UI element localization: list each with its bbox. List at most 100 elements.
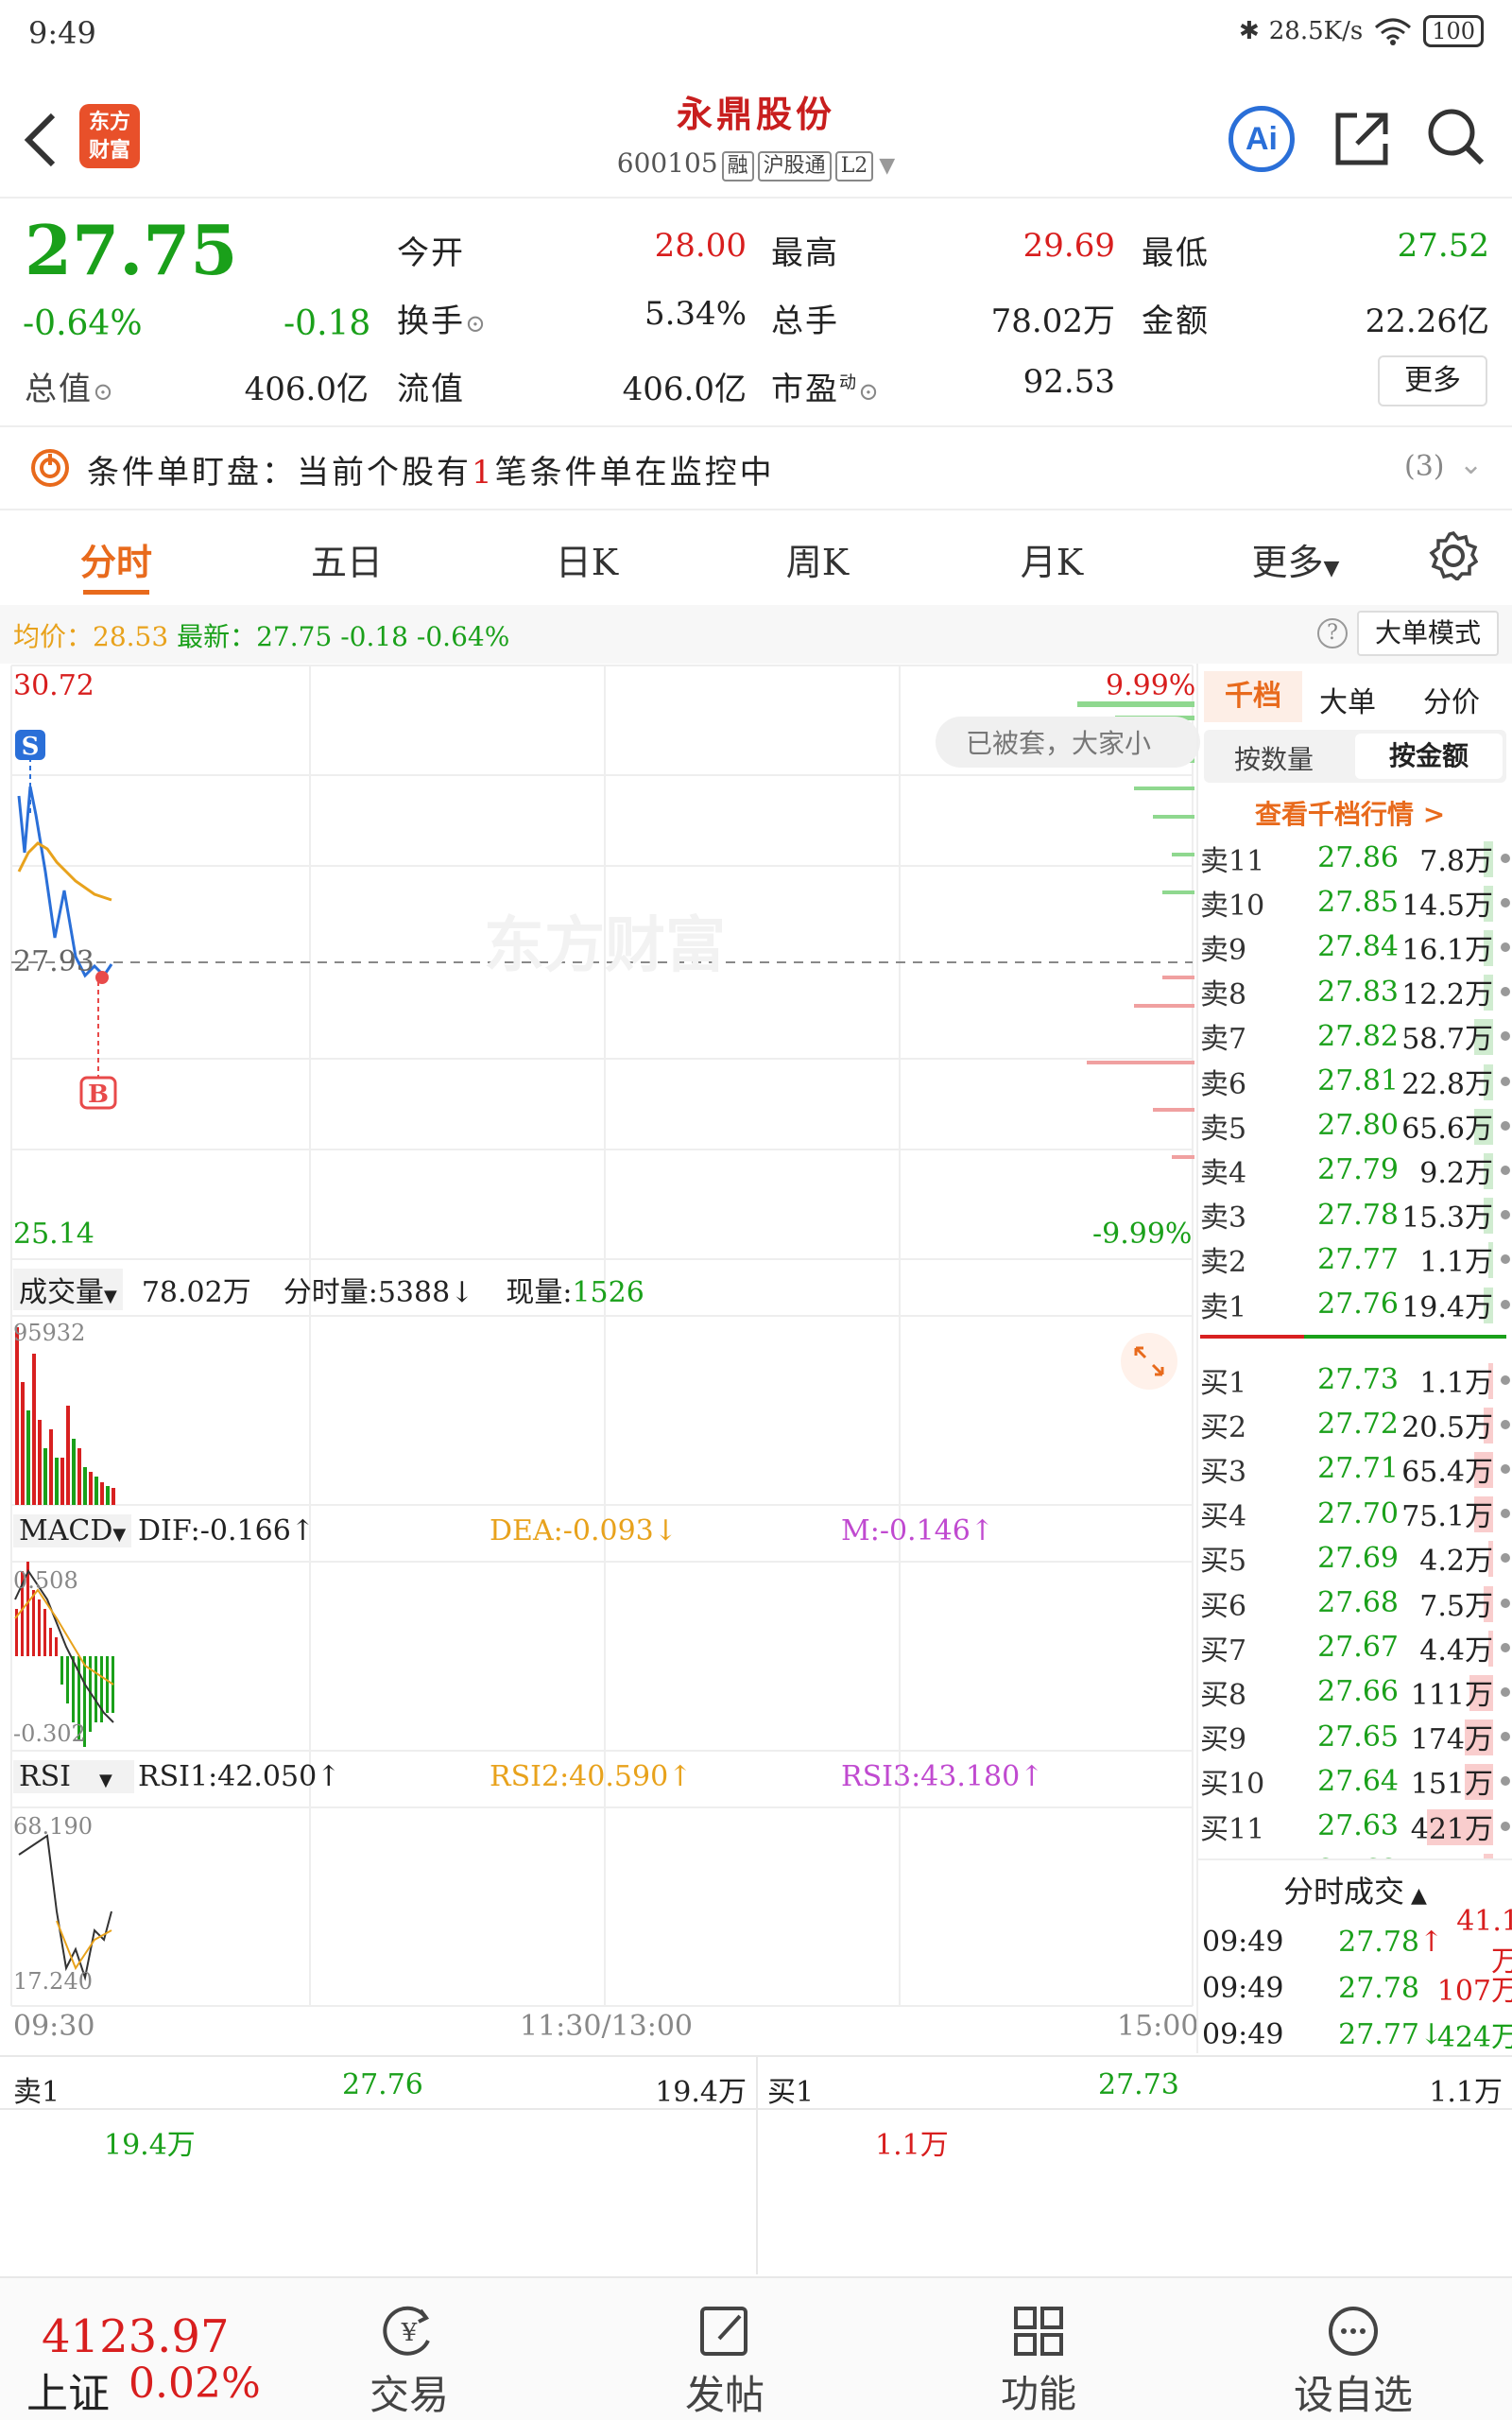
grid-icon [1014,2307,1063,2356]
ask-row[interactable]: 卖8 27.83 12.2万 [1200,970,1512,1014]
ask-row[interactable]: 卖3 27.78 15.3万 [1200,1193,1512,1237]
ask-volume-text: 1.1万 [1419,1246,1493,1280]
ask-level-volume: 9.2万 [1399,1150,1493,1191]
bid-row[interactable]: 买5 27.69 4.2万 [1200,1536,1512,1581]
tick-price: 27.78 [1338,1971,1419,2005]
tick-volume: 107万 [1436,1975,1512,2008]
bid-level-volume: 4.4万 [1399,1627,1493,1668]
ask-level-volume: 65.6万 [1399,1105,1493,1147]
help-icon[interactable]: ? [1317,618,1348,648]
status-dot-icon [1501,1463,1510,1474]
nav-add-watchlist[interactable]: 设自选 [1278,2303,1429,2420]
intraday-chart[interactable]: 东方财富 已被套，大家小 S B [0,664,1200,2044]
bid-row[interactable]: 买4 27.70 75.1万 [1200,1492,1512,1536]
share-icon[interactable] [1331,108,1393,170]
net-speed: 28.5K/s [1268,17,1364,45]
ask-row[interactable]: 卖2 27.77 1.1万 [1200,1237,1512,1282]
ask-level-name: 卖4 [1200,1156,1247,1190]
ask-row[interactable]: 卖6 27.81 22.8万 [1200,1059,1512,1103]
tab-weekly-k[interactable]: 周K [747,533,888,585]
macd-selector[interactable]: MACD▼ [13,1514,132,1547]
ask-level-price: 27.79 [1317,1153,1399,1187]
bid-row[interactable]: 买10 27.64 151万 [1200,1759,1512,1804]
ask-row[interactable]: 卖11 27.86 7.8万 [1200,836,1512,880]
divider [756,2057,758,2274]
ask-level-volume: 14.5万 [1399,882,1493,924]
bid-row[interactable]: 买6 27.68 7.5万 [1200,1581,1512,1625]
settings-icon[interactable] [1429,531,1478,580]
volume-selector[interactable]: 成交量▼ [13,1269,123,1310]
bid-row[interactable]: 买3 27.71 65.4万 [1200,1446,1512,1491]
volume-total: 78.02万 [141,1276,251,1309]
bid-level-volume: 65.4万 [1399,1448,1493,1490]
ai-button[interactable]: Ai [1228,106,1295,172]
subtab-by-count[interactable]: 按数量 [1234,739,1314,777]
tab-daily-k[interactable]: 日K [516,533,658,585]
tab-thousand-levels[interactable]: 千档 [1204,671,1302,722]
bid-row[interactable]: 买2 27.72 20.5万 [1200,1402,1512,1446]
ask-row[interactable]: 卖9 27.84 16.1万 [1200,925,1512,969]
bid-row[interactable]: 买11 27.63 421万 [1200,1804,1512,1848]
ask-row[interactable]: 卖7 27.82 58.7万 [1200,1014,1512,1059]
bid-row[interactable]: 买1 27.73 1.1万 [1200,1357,1512,1402]
tab-monthly-k[interactable]: 月K [981,533,1123,585]
ask-level-name: 卖9 [1200,933,1247,967]
ask-row[interactable]: 卖4 27.79 9.2万 [1200,1148,1512,1192]
ask-level-name: 卖1 [1200,1290,1247,1324]
bid-level-price: 27.69 [1317,1541,1399,1575]
bid-level-volume: 4.2万 [1399,1537,1493,1579]
bid-row[interactable]: 买9 27.65 174万 [1200,1715,1512,1759]
bid-level-price: 27.66 [1317,1675,1399,1709]
ask-row[interactable]: 卖10 27.85 14.5万 [1200,880,1512,925]
macd-selector-label: MACD [19,1514,113,1547]
bid-row[interactable]: 买8 27.66 111万 [1200,1669,1512,1714]
open-value: 28.00 [654,227,747,265]
low-label: 最低 [1142,234,1210,272]
index-value[interactable]: 4123.97 [42,2310,230,2363]
high-value: 29.69 [1022,227,1115,265]
mcap-label[interactable]: 总值⊙ [25,363,115,409]
float-label: 流值 [397,371,465,408]
rsi1-text: RSI1:42.050 [138,1760,318,1793]
search-icon[interactable] [1425,106,1487,168]
tab-more[interactable]: 更多▼ [1225,533,1366,585]
bid-row[interactable]: 买7 27.67 4.4万 [1200,1625,1512,1669]
more-button[interactable]: 更多 [1378,355,1487,406]
nav-post[interactable]: 发帖 [673,2303,777,2420]
ask-level-name: 卖7 [1200,1023,1247,1057]
chart-mid-price: 27.93 [13,945,94,978]
condition-badge: (3) [1404,450,1445,483]
bottom-buy-label: 买1 [767,2076,815,2109]
svg-text:¥: ¥ [401,2319,418,2347]
turnover-label[interactable]: 换手⊙ [397,295,488,341]
arrow-up-icon: ↑ [970,1514,994,1547]
bid-level-name: 买10 [1200,1768,1265,1802]
chevron-down-icon[interactable]: ⌄ [1459,448,1483,481]
ask-row[interactable]: 卖1 27.76 19.4万 [1200,1282,1512,1326]
ask-level-price: 27.80 [1317,1109,1399,1143]
nav-functions[interactable]: 功能 [987,2303,1091,2418]
tab-price-split[interactable]: 分价 [1423,679,1480,720]
arrow-up-icon: ↑ [1020,1760,1044,1793]
tab-intraday[interactable]: 分时 [45,533,187,585]
tab-big-orders[interactable]: 大单 [1319,679,1376,720]
arrow-down-icon: ↓ [653,1514,678,1547]
rsi-selector[interactable]: RSI ▼ [13,1760,134,1793]
tick-direction-icon: ↓ [1419,2017,1444,2051]
tick-price: 27.78 [1338,1925,1419,1959]
nav-functions-label: 功能 [1001,2373,1076,2416]
subtab-by-amount[interactable]: 按金额 [1355,734,1503,779]
nav-trade[interactable]: ¥ 交易 [357,2303,461,2420]
bid-level-volume: 1.1万 [1399,1359,1493,1401]
status-dot-icon [1501,1553,1510,1564]
arrow-up-icon: ↑ [290,1514,315,1547]
view-all-levels-link[interactable]: 查看千档行情 > [1255,794,1445,832]
ask-level-price: 27.78 [1317,1198,1399,1232]
tab-five-day[interactable]: 五日 [276,533,418,585]
bid-level-name: 买8 [1200,1678,1247,1712]
big-order-mode-button[interactable]: 大单模式 [1357,611,1499,656]
pe-label[interactable]: 市盈动⊙ [771,363,881,409]
expand-button[interactable] [1121,1333,1177,1390]
ask-row[interactable]: 卖5 27.80 65.6万 [1200,1103,1512,1148]
index-summary[interactable]: 上证 0.02% [26,2360,261,2420]
